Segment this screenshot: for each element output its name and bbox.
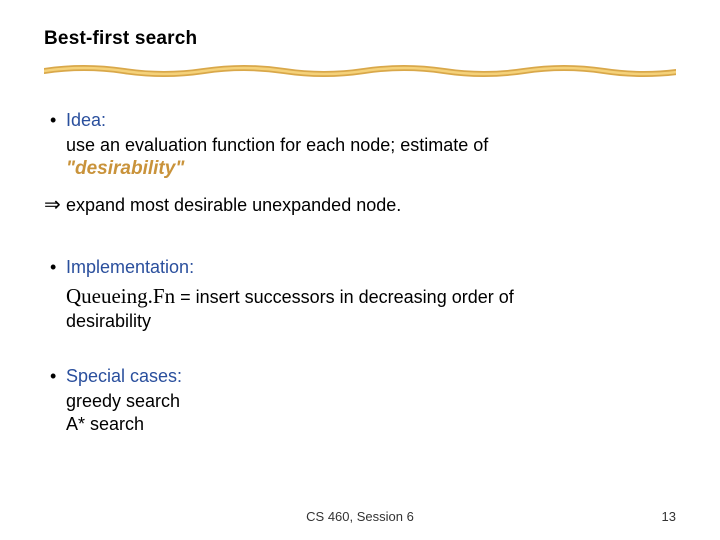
idea-label: Idea: <box>66 110 106 131</box>
title-underline <box>44 64 676 78</box>
slide-title: Best-first search <box>44 28 676 50</box>
special-bullet: • Special cases: <box>50 366 676 387</box>
implementation-rest: = insert successors in decreasing order … <box>175 287 514 307</box>
bullet-icon: • <box>50 367 66 385</box>
special-case2: A* search <box>66 414 676 435</box>
queueing-fn: Queueing.Fn <box>66 284 175 308</box>
bullet-icon: • <box>50 111 66 129</box>
idea-bullet: • Idea: <box>50 110 676 131</box>
idea-desirability: "desirability" <box>66 158 676 180</box>
implementation-label: Implementation: <box>66 257 194 278</box>
implementation-line1: Queueing.Fn = insert successors in decre… <box>66 284 676 309</box>
idea-conclusion: ⇒ expand most desirable unexpanded node. <box>44 192 676 217</box>
implementation-bullet: • Implementation: <box>50 257 676 278</box>
slide-body: • Idea: use an evaluation function for e… <box>44 110 676 435</box>
idea-arrow-text: expand most desirable unexpanded node. <box>66 195 401 216</box>
footer-center: CS 460, Session 6 <box>0 509 720 524</box>
special-label: Special cases: <box>66 366 182 387</box>
special-case1: greedy search <box>66 391 676 412</box>
implementation-line2: desirability <box>66 311 676 332</box>
double-arrow-icon: ⇒ <box>44 192 66 217</box>
idea-line1: use an evaluation function for each node… <box>66 135 676 156</box>
bullet-icon: • <box>50 258 66 276</box>
page-number: 13 <box>662 509 676 524</box>
